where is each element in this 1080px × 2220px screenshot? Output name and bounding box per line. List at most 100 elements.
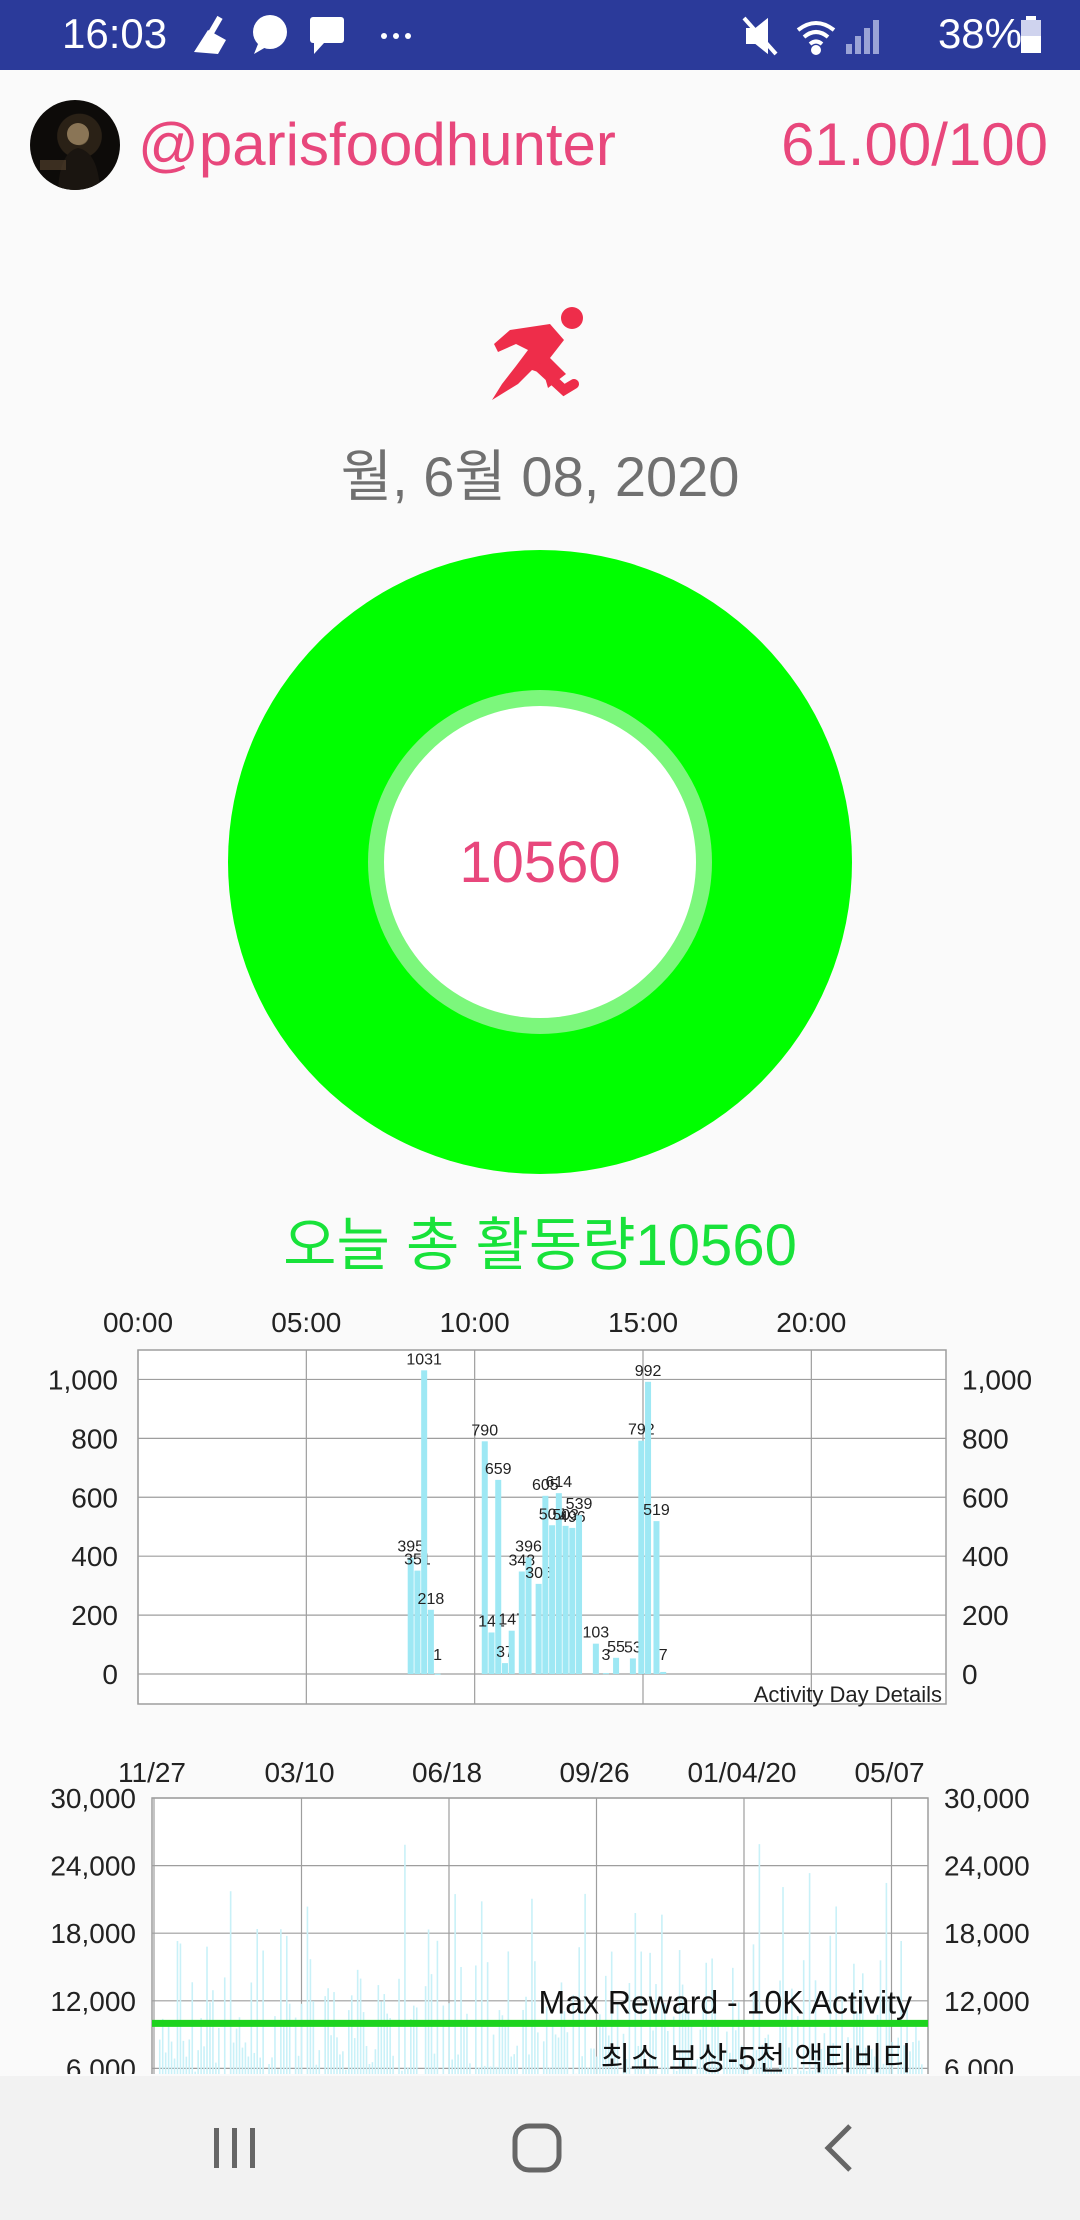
- history-bar: [475, 1965, 477, 2074]
- navigation-bar: [0, 2076, 1080, 2220]
- bar: [602, 1673, 609, 1675]
- bar: [562, 1525, 569, 1674]
- history-bar: [288, 2003, 291, 2074]
- history-bar: [758, 1844, 761, 2074]
- history-bar: [457, 2054, 459, 2074]
- bar: [629, 1658, 636, 1674]
- y-tick-left: 0: [102, 1659, 118, 1690]
- history-bar: [495, 2066, 498, 2074]
- history-bar: [507, 1951, 510, 2074]
- bar: [427, 1609, 434, 1674]
- history-bar: [315, 2064, 318, 2074]
- y-tick-right: 24,000: [944, 1851, 1030, 1882]
- history-bar: [442, 2005, 445, 2074]
- recent-apps-icon[interactable]: [200, 2118, 270, 2178]
- history-bar: [368, 2064, 371, 2074]
- history-bar: [203, 2046, 205, 2074]
- cleaner-icon: [194, 15, 226, 54]
- history-bar: [185, 2056, 188, 2074]
- history-bar: [392, 2055, 394, 2074]
- history-bar: [330, 2035, 332, 2074]
- history-bar: [492, 2034, 495, 2074]
- data-label: 396: [515, 1538, 542, 1555]
- wifi-icon: [796, 21, 836, 55]
- history-bar: [170, 2041, 173, 2074]
- bar: [645, 1381, 652, 1674]
- data-label: 218: [418, 1591, 445, 1608]
- history-bar: [229, 1891, 232, 2074]
- history-bar: [161, 2018, 164, 2074]
- x-tick: 15:00: [608, 1307, 678, 1338]
- avatar[interactable]: [30, 100, 120, 190]
- history-bar: [410, 2019, 412, 2074]
- history-bar: [436, 1940, 439, 2074]
- x-tick: 05:00: [271, 1307, 341, 1338]
- history-bar: [448, 2003, 451, 2074]
- history-bar: [348, 2010, 350, 2074]
- history-bar: [194, 2071, 196, 2074]
- history-bar: [158, 2039, 161, 2074]
- history-bar: [306, 1906, 309, 2074]
- history-bar: [262, 1950, 264, 2074]
- history-bar: [173, 2058, 176, 2074]
- history-bar: [477, 2067, 480, 2074]
- history-bar: [374, 2049, 377, 2074]
- history-bar: [176, 1941, 179, 2074]
- back-icon[interactable]: [806, 2118, 876, 2178]
- history-bar: [339, 2054, 341, 2074]
- history-bar: [300, 2003, 303, 2074]
- y-tick-left: 800: [71, 1423, 118, 1454]
- history-bar: [209, 2002, 211, 2074]
- home-icon[interactable]: [503, 2118, 573, 2178]
- history-bar: [212, 1990, 214, 2074]
- bar: [501, 1663, 508, 1674]
- history-bar: [587, 2067, 589, 2074]
- history-bar: [537, 2032, 539, 2074]
- history-bar: [271, 2057, 273, 2074]
- data-label: 992: [635, 1363, 662, 1380]
- history-bar: [353, 2038, 356, 2074]
- data-label: 1031: [406, 1351, 442, 1368]
- bar: [508, 1630, 515, 1674]
- history-bar: [235, 2028, 238, 2074]
- y-tick-left: 600: [71, 1482, 118, 1513]
- history-bar: [342, 2051, 344, 2074]
- y-tick-right: 6,000: [944, 2053, 1014, 2074]
- history-bar: [593, 2048, 595, 2074]
- status-icons-left: [194, 15, 411, 54]
- history-bar: [318, 2050, 321, 2074]
- history-bar: [542, 2041, 545, 2074]
- history-bar: [412, 2005, 415, 2074]
- history-bar: [333, 1992, 335, 2074]
- bar: [569, 1527, 576, 1674]
- bar: [535, 1583, 542, 1674]
- history-bar: [522, 2009, 524, 2074]
- history-bar: [297, 2055, 300, 2074]
- history-bar: [380, 2001, 383, 2074]
- y-tick-left: 400: [71, 1541, 118, 1572]
- history-bar: [253, 2052, 256, 2074]
- history-bar: [179, 1943, 182, 2074]
- history-bar: [528, 2054, 530, 2074]
- history-bar: [921, 2064, 923, 2074]
- username[interactable]: @parisfoodhunter: [138, 110, 616, 179]
- history-bar: [486, 1962, 489, 2074]
- score: 61.00/100: [781, 111, 1048, 178]
- bar: [434, 1673, 441, 1675]
- history-bar: [424, 1986, 427, 2074]
- history-bar: [164, 2052, 167, 2074]
- x-tick: 06/18: [412, 1757, 482, 1788]
- history-bar: [215, 2062, 217, 2074]
- total-activity: 오늘 총 활동량10560: [283, 1213, 797, 1278]
- chart-plot-area: [151, 1797, 929, 2074]
- chart-caption: Activity Day Details: [754, 1682, 942, 1707]
- min-reward-label: 최소 보상-5천 액티비티: [601, 2041, 912, 2074]
- history-bar: [918, 2040, 920, 2074]
- data-label: 55: [607, 1639, 625, 1656]
- data-label: 1: [433, 1647, 442, 1664]
- history-bar: [404, 1844, 406, 2074]
- history-bar: [350, 1995, 353, 2074]
- history-bar: [371, 2062, 374, 2074]
- y-tick-right: 200: [962, 1600, 1009, 1631]
- more-icon: [381, 33, 411, 39]
